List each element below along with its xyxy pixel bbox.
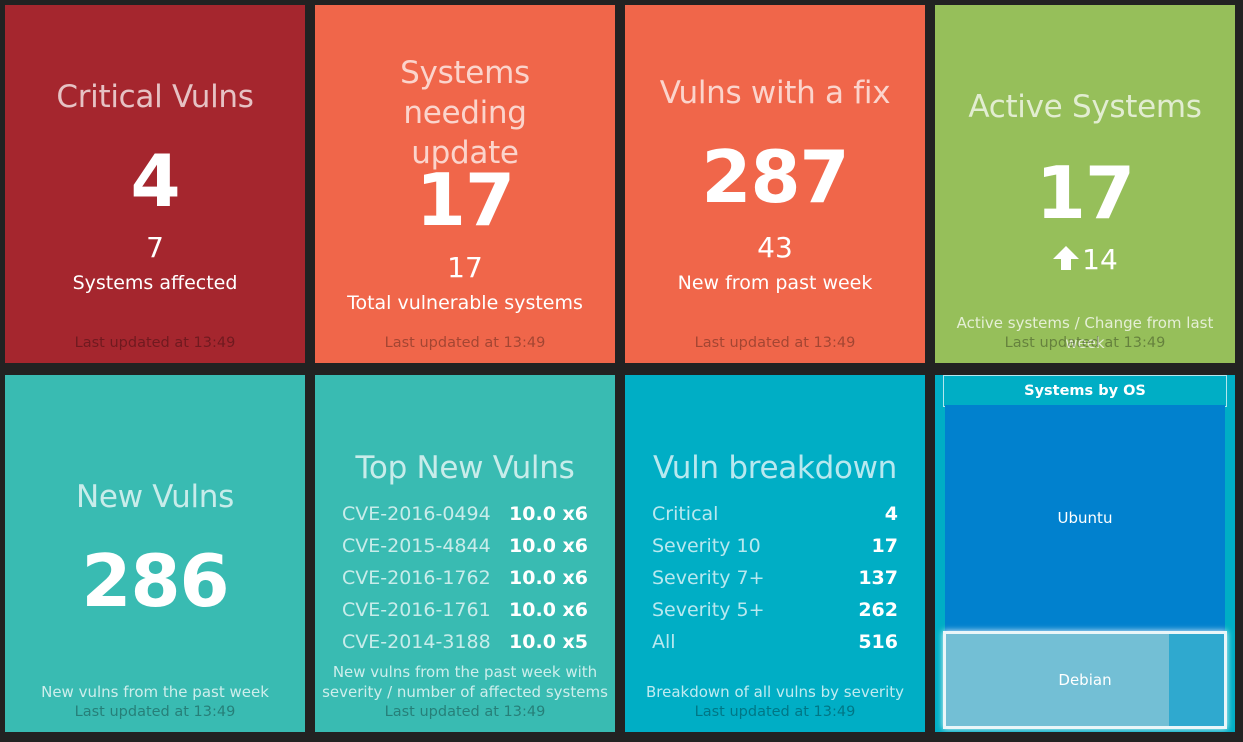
more-info: New vulns from the past week bbox=[41, 683, 269, 701]
widget-title: Critical Vulns bbox=[56, 79, 254, 115]
widget-title: Vulns with a fix bbox=[659, 75, 891, 111]
change-indicator: 14 bbox=[935, 243, 1235, 277]
more-info-line-1: New vulns from the past week with bbox=[332, 663, 598, 681]
severity-count: 516 bbox=[858, 631, 898, 653]
cve-id: CVE-2015-4844 bbox=[342, 535, 491, 557]
vuln-breakdown-widget: Vuln breakdown Critical 4 Severity 10 17 S… bbox=[625, 375, 925, 732]
widget-title: Systems needing update bbox=[400, 55, 530, 171]
secondary-value: 43 bbox=[757, 231, 793, 264]
widget-value: 286 bbox=[81, 539, 229, 623]
more-info-line-2: severity / number of affected systems bbox=[322, 683, 608, 701]
widget-title: Vuln breakdown bbox=[652, 450, 898, 486]
severity-label: Severity 10 bbox=[652, 535, 761, 557]
list-item: Severity 5+ 262 bbox=[652, 594, 898, 626]
widget-value: 287 bbox=[701, 135, 849, 219]
widget-title: Active Systems bbox=[968, 89, 1202, 125]
vulns-with-fix-widget: Vulns with a fix 287 43 New from past we… bbox=[625, 5, 925, 363]
last-updated: Last updated at 13:49 bbox=[384, 335, 546, 351]
list-item: All 516 bbox=[652, 626, 898, 658]
treemap-cell-label: Debian bbox=[1058, 671, 1112, 689]
cve-score: 10.0 x6 bbox=[509, 503, 588, 525]
secondary-label: Total vulnerable systems bbox=[347, 292, 583, 314]
top-new-vulns-widget: Top New Vulns CVE-2016-0494 10.0 x6 CVE-2… bbox=[315, 375, 615, 732]
last-updated: Last updated at 13:49 bbox=[74, 335, 236, 351]
new-vulns-widget: New Vulns 286 New vulns from the past we… bbox=[5, 375, 305, 732]
critical-vulns-widget: Critical Vulns 4 7 Systems affected Last… bbox=[5, 5, 305, 363]
list-item: Severity 7+ 137 bbox=[652, 562, 898, 594]
change-value: 14 bbox=[1082, 243, 1118, 276]
top-new-vulns-list: CVE-2016-0494 10.0 x6 CVE-2015-4844 10.0 x… bbox=[342, 498, 588, 658]
list-item: CVE-2015-4844 10.0 x6 bbox=[342, 530, 588, 562]
widget-title: New Vulns bbox=[76, 479, 234, 515]
severity-label: Critical bbox=[652, 503, 719, 525]
cve-id: CVE-2016-1761 bbox=[342, 599, 491, 621]
severity-label: Severity 7+ bbox=[652, 567, 765, 589]
list-item: Severity 10 17 bbox=[652, 530, 898, 562]
systems-needing-update-widget: Systems needing update 17 17 Total vulne… bbox=[315, 5, 615, 363]
last-updated: Last updated at 13:49 bbox=[694, 335, 856, 351]
secondary-label: New from past week bbox=[677, 272, 873, 294]
widget-title: Top New Vulns bbox=[355, 450, 575, 486]
treemap-cell-label: Ubuntu bbox=[1057, 509, 1113, 527]
arrow-up-icon bbox=[1053, 246, 1080, 270]
severity-count: 17 bbox=[871, 535, 898, 557]
cve-score: 10.0 x5 bbox=[509, 631, 588, 653]
list-item: CVE-2016-0494 10.0 x6 bbox=[342, 498, 588, 530]
treemap-cell-other[interactable] bbox=[1169, 634, 1224, 726]
widget-value: 17 bbox=[415, 158, 515, 242]
active-systems-widget: Active Systems 17 14 Active systems / Ch… bbox=[935, 5, 1235, 363]
vuln-breakdown-list: Critical 4 Severity 10 17 Severity 7+ 137 S… bbox=[652, 498, 898, 658]
last-updated: Last updated at 13:49 bbox=[1004, 335, 1166, 351]
more-info: Breakdown of all vulns by severity bbox=[645, 683, 905, 701]
widget-value: 4 bbox=[130, 139, 180, 223]
secondary-value: 7 bbox=[146, 231, 164, 264]
cve-score: 10.0 x6 bbox=[509, 567, 588, 589]
systems-by-os-widget: Systems by OS Ubuntu Debian bbox=[935, 375, 1235, 732]
last-updated: Last updated at 13:49 bbox=[694, 704, 856, 720]
cve-id: CVE-2016-0494 bbox=[342, 503, 491, 525]
severity-count: 262 bbox=[858, 599, 898, 621]
severity-count: 137 bbox=[858, 567, 898, 589]
last-updated: Last updated at 13:49 bbox=[74, 704, 236, 720]
cve-score: 10.0 x6 bbox=[509, 535, 588, 557]
list-item: CVE-2016-1762 10.0 x6 bbox=[342, 562, 588, 594]
widget-value: 17 bbox=[1035, 151, 1135, 235]
list-item: CVE-2016-1761 10.0 x6 bbox=[342, 594, 588, 626]
list-item: Critical 4 bbox=[652, 498, 898, 530]
treemap-cell-ubuntu[interactable]: Ubuntu bbox=[945, 405, 1225, 631]
list-item: CVE-2014-3188 10.0 x5 bbox=[342, 626, 588, 658]
cve-score: 10.0 x6 bbox=[509, 599, 588, 621]
severity-count: 4 bbox=[884, 503, 898, 525]
secondary-value: 17 bbox=[447, 251, 483, 284]
cve-id: CVE-2016-1762 bbox=[342, 567, 491, 589]
secondary-label: Systems affected bbox=[72, 272, 238, 294]
last-updated: Last updated at 13:49 bbox=[384, 704, 546, 720]
cve-id: CVE-2014-3188 bbox=[342, 631, 491, 653]
severity-label: All bbox=[652, 631, 676, 653]
treemap-title: Systems by OS bbox=[943, 375, 1227, 407]
severity-label: Severity 5+ bbox=[652, 599, 765, 621]
